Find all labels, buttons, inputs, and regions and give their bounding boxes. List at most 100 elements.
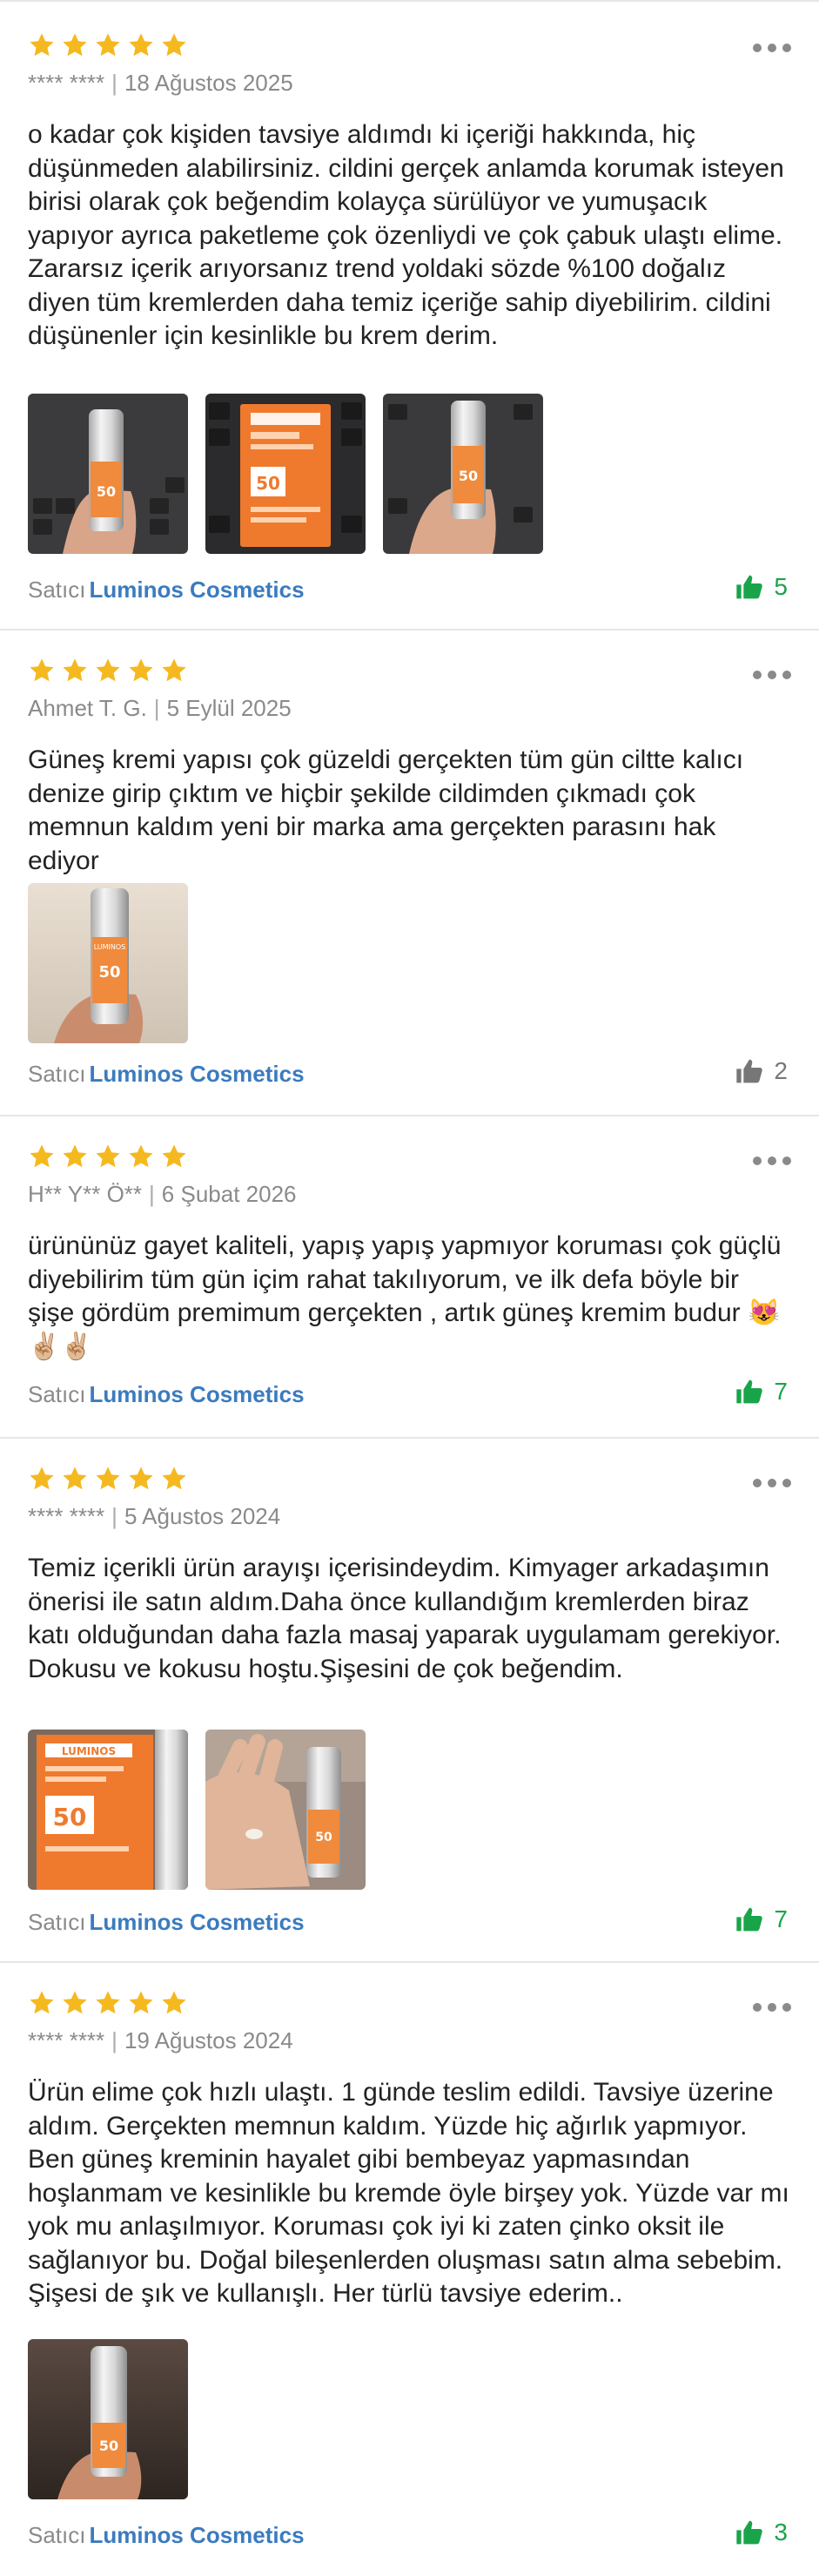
star-icon (162, 658, 186, 682)
svg-text:50: 50 (459, 468, 478, 484)
seller-info: Satıcı Luminos Cosmetics (28, 1909, 305, 1936)
review-list: **** **** | 18 Ağustos 2025 o kadar çok ki… (0, 0, 819, 2573)
seller-link[interactable]: Luminos Cosmetics (89, 2522, 304, 2548)
star-icon (96, 1144, 120, 1168)
like-button[interactable]: 2 (735, 1057, 788, 1085)
star-icon (30, 33, 54, 57)
review-card: **** **** | 5 Ağustos 2024 Temiz içerikli … (0, 1439, 819, 1963)
seller-info: Satıcı Luminos Cosmetics (28, 1381, 305, 1408)
star-icon (63, 1467, 87, 1490)
like-count: 7 (774, 1378, 788, 1405)
review-date: 6 Şubat 2026 (161, 1181, 297, 1207)
svg-text:50: 50 (99, 2438, 118, 2454)
review-photo[interactable]: LUMINOS 50 (28, 1730, 188, 1890)
seller-prefix: Satıcı (28, 1061, 86, 1087)
like-button[interactable]: 3 (735, 2519, 788, 2546)
review-date: 19 Ağustos 2024 (124, 2027, 293, 2053)
star-icon (63, 658, 87, 682)
review-date: 5 Ağustos 2024 (124, 1503, 281, 1529)
seller-link[interactable]: Luminos Cosmetics (89, 1061, 304, 1087)
review-text: o kadar çok kişiden tavsiye aldımdı ki i… (28, 120, 784, 350)
review-photos: LUMINOS 50 50 (28, 1730, 366, 1890)
review-photo[interactable]: 50 (28, 2339, 188, 2499)
like-button[interactable]: 7 (735, 1905, 788, 1933)
like-count: 5 (774, 573, 788, 600)
thumbs-up-icon (736, 1379, 763, 1404)
more-options-icon[interactable] (753, 669, 791, 681)
star-icon (129, 1991, 153, 2014)
svg-text:LUMINOS: LUMINOS (94, 943, 126, 951)
seller-prefix: Satıcı (28, 2522, 86, 2548)
seller-info: Satıcı Luminos Cosmetics (28, 577, 305, 604)
star-icon (129, 658, 153, 682)
more-options-icon[interactable] (753, 2001, 791, 2013)
review-text: Temiz içerikli ürün arayışı içerisindeyd… (28, 1554, 782, 1683)
star-icon (96, 1991, 120, 2014)
rating-stars (28, 1989, 188, 2019)
review-text: Güneş kremi yapısı çok güzeldi gerçekten… (28, 745, 744, 875)
review-meta: Ahmet T. G. | 5 Eylül 2025 (28, 695, 292, 721)
review-author: **** **** (28, 1503, 105, 1529)
review-card: H** Y** Ö** | 6 Şubat 2026 ürününüz gayet … (0, 1116, 819, 1439)
svg-text:50: 50 (256, 473, 280, 494)
star-icon (162, 33, 186, 57)
seller-info: Satıcı Luminos Cosmetics (28, 2522, 305, 2549)
review-card: **** **** | 18 Ağustos 2025 o kadar çok ki… (0, 0, 819, 631)
review-date: 18 Ağustos 2025 (124, 70, 293, 96)
review-meta: **** **** | 18 Ağustos 2025 (28, 70, 293, 96)
review-card: **** **** | 19 Ağustos 2024 Ürün elime çok… (0, 1963, 819, 2573)
star-icon (63, 1144, 87, 1168)
review-text: Ürün elime çok hızlı ulaştı. 1 günde tes… (28, 2078, 789, 2308)
like-button[interactable]: 5 (735, 573, 788, 601)
review-meta: H** Y** Ö** | 6 Şubat 2026 (28, 1181, 297, 1207)
star-icon (129, 33, 153, 57)
star-icon (30, 1991, 54, 2014)
svg-text:50: 50 (98, 963, 120, 981)
review-date: 5 Eylül 2025 (166, 695, 292, 721)
review-text-body: ürününüz gayet kaliteli, yapış yapış yap… (28, 1231, 782, 1327)
star-icon (129, 1467, 153, 1490)
like-count: 3 (774, 2519, 788, 2546)
review-author: Ahmet T. G. (28, 695, 147, 721)
review-photo[interactable]: 50 (205, 1730, 366, 1890)
more-options-icon[interactable] (753, 1155, 791, 1167)
svg-text:50: 50 (53, 1803, 87, 1831)
thumbs-up-icon (736, 1059, 763, 1083)
thumbs-up-icon (736, 575, 763, 599)
thumbs-up-icon (736, 1907, 763, 1932)
review-author: H** Y** Ö** (28, 1181, 143, 1207)
star-icon (162, 1467, 186, 1490)
svg-text:50: 50 (97, 483, 116, 500)
seller-link[interactable]: Luminos Cosmetics (89, 1381, 304, 1407)
seller-link[interactable]: Luminos Cosmetics (89, 577, 304, 603)
review-photo[interactable]: LUMINOS 50 (28, 883, 188, 1043)
review-author: **** **** (28, 70, 105, 96)
rating-stars (28, 657, 188, 686)
svg-text:50: 50 (315, 1831, 332, 1844)
seller-info: Satıcı Luminos Cosmetics (28, 1061, 305, 1088)
star-icon (96, 33, 120, 57)
review-photo[interactable]: 50 (28, 394, 188, 554)
rating-stars (28, 1465, 188, 1494)
seller-prefix: Satıcı (28, 1909, 86, 1935)
star-icon (162, 1144, 186, 1168)
star-icon (30, 658, 54, 682)
rating-stars (28, 1143, 188, 1172)
star-icon (30, 1467, 54, 1490)
review-card: Ahmet T. G. | 5 Eylül 2025 Güneş kremi yap… (0, 631, 819, 1116)
seller-link[interactable]: Luminos Cosmetics (89, 1909, 304, 1935)
star-icon (96, 1467, 120, 1490)
review-photos: LUMINOS 50 (28, 883, 188, 1043)
more-options-icon[interactable] (753, 42, 791, 54)
like-count: 2 (774, 1057, 788, 1084)
review-photo[interactable]: 50 (383, 394, 543, 554)
more-options-icon[interactable] (753, 1477, 791, 1489)
review-photos: 50 50 50 (28, 394, 543, 554)
seller-prefix: Satıcı (28, 577, 86, 603)
review-photo[interactable]: 50 (205, 394, 366, 554)
seller-prefix: Satıcı (28, 1381, 86, 1407)
rating-stars (28, 31, 188, 61)
star-icon (30, 1144, 54, 1168)
like-button[interactable]: 7 (735, 1378, 788, 1406)
review-text: ürününüz gayet kaliteli, yapış yapış yap… (28, 1230, 791, 1364)
